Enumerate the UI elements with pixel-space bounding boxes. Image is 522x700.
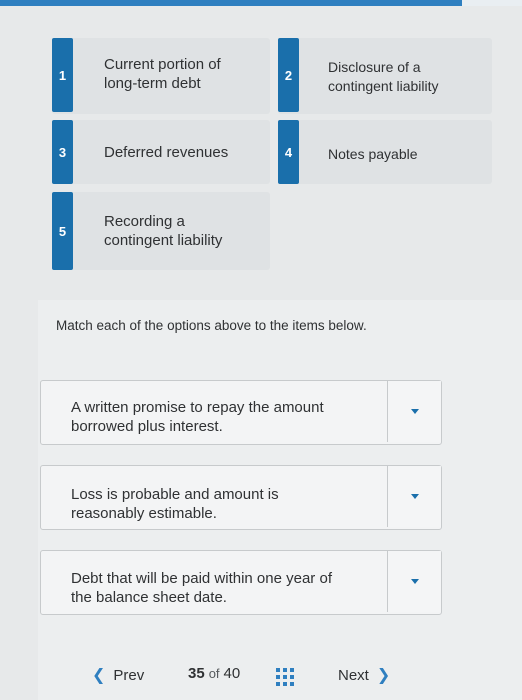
match-dropdown[interactable] (387, 466, 441, 527)
instruction-text: Match each of the options above to the i… (56, 318, 367, 333)
next-label: Next (338, 666, 369, 684)
option-text-line: Notes payable (328, 146, 418, 162)
match-item-line: the balance sheet date. (71, 589, 227, 606)
option-text-line: contingent liability (104, 232, 223, 249)
grid-icon[interactable] (276, 668, 294, 686)
option-text-line: long-term debt (104, 75, 201, 92)
top-bar-end (462, 0, 522, 6)
total-pages: 40 (223, 665, 241, 682)
option-number-badge: 3 (52, 120, 73, 184)
match-item-2: Loss is probable and amount is reasonabl… (40, 465, 442, 530)
option-text-line: Deferred revenues (104, 144, 229, 161)
next-button[interactable]: Next ❯ (338, 665, 390, 685)
option-number: 5 (58, 223, 67, 239)
option-text-line: Recording a (104, 213, 185, 230)
prev-button[interactable]: ❮ Prev (92, 665, 144, 685)
option-text: Deferred revenues (104, 143, 228, 162)
current-page: 35 (188, 665, 205, 682)
option-number: 1 (58, 67, 67, 83)
chevron-left-icon: ❮ (92, 667, 106, 684)
match-item-line: reasonably estimable. (71, 505, 217, 522)
match-item-1: A written promise to repay the amount bo… (40, 380, 442, 445)
option-text-line: contingent liability (328, 78, 439, 94)
chevron-right-icon: ❯ (376, 667, 391, 684)
option-number-badge: 1 (52, 38, 73, 112)
option-text: Current portion of long-term debt (104, 55, 221, 93)
option-text: Notes payable (328, 145, 418, 164)
option-number-badge: 4 (278, 120, 299, 184)
option-text: Recording a contingent liability (104, 212, 222, 250)
match-item-line: A written promise to repay the amount (71, 399, 324, 416)
match-item-line: Loss is probable and amount is (71, 486, 279, 503)
match-item-3: Debt that will be paid within one year o… (40, 550, 442, 615)
of-label: of (208, 666, 220, 681)
match-dropdown[interactable] (387, 551, 441, 612)
match-item-line: borrowed plus interest. (71, 418, 223, 435)
option-text-line: Current portion of (104, 56, 221, 73)
option-number-badge: 5 (52, 192, 73, 270)
match-item-text: A written promise to repay the amount bo… (71, 398, 324, 436)
match-item-text: Debt that will be paid within one year o… (71, 569, 332, 607)
prev-label: Prev (113, 666, 145, 684)
match-dropdown[interactable] (387, 381, 441, 442)
top-progress-bar (0, 0, 522, 6)
option-number: 2 (284, 67, 293, 83)
option-text: Disclosure of a contingent liability (328, 58, 439, 96)
chevron-down-icon (410, 579, 419, 584)
chevron-down-icon (410, 494, 419, 499)
option-text-line: Disclosure of a (328, 59, 421, 75)
chevron-down-icon (410, 409, 419, 414)
page-indicator: 35 of 40 (188, 665, 240, 682)
option-number: 3 (58, 144, 67, 160)
match-item-line: Debt that will be paid within one year o… (71, 570, 332, 587)
option-number-badge: 2 (278, 38, 299, 112)
match-item-text: Loss is probable and amount is reasonabl… (71, 485, 279, 523)
option-number: 4 (284, 144, 293, 160)
